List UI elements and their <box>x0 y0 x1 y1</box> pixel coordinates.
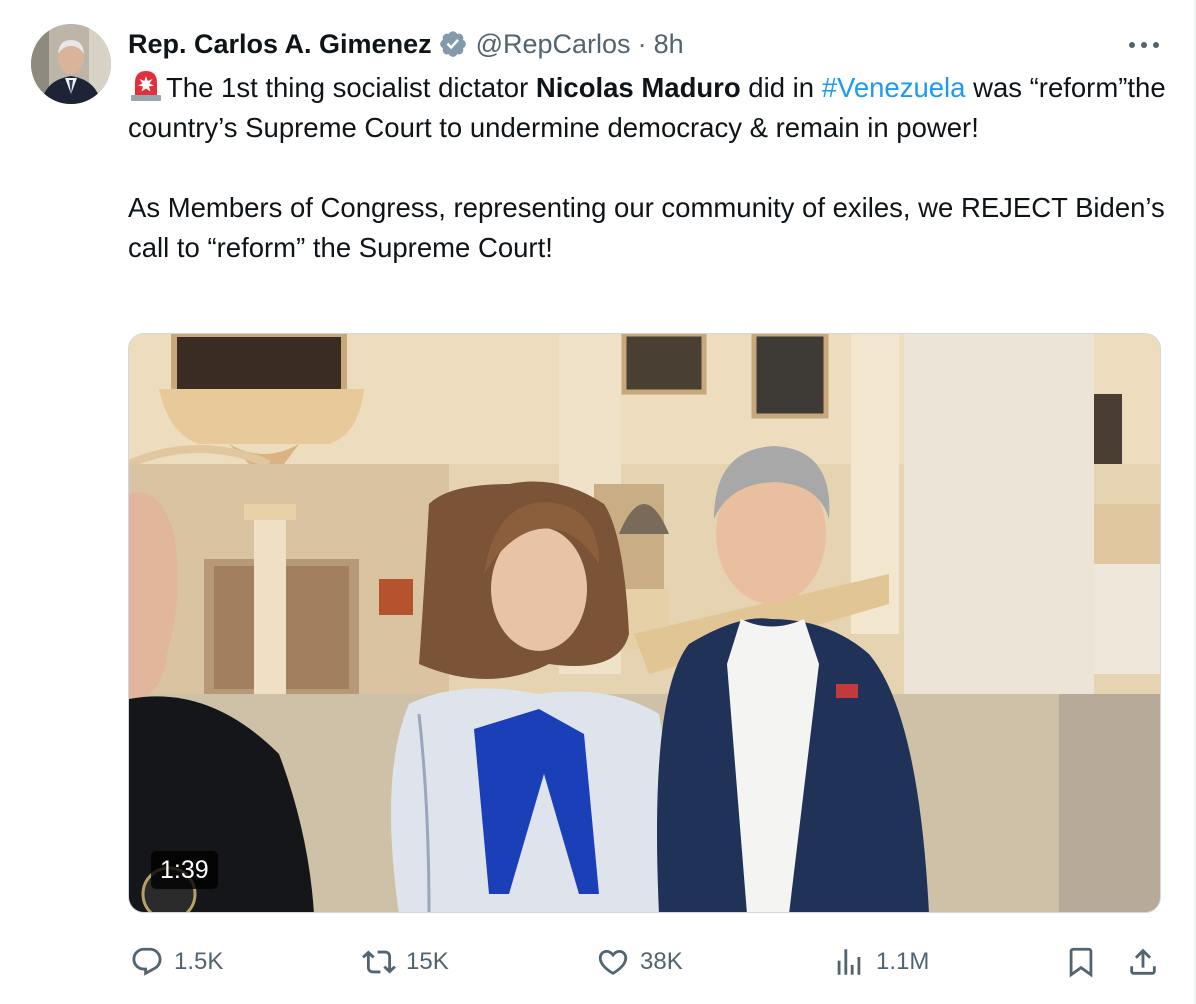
video-thumbnail <box>129 334 1160 912</box>
rotating-light-emoji-icon <box>128 68 164 102</box>
heart-icon <box>598 949 628 975</box>
bold-name: Nicolas Maduro <box>535 72 741 103</box>
share-icon <box>1130 948 1156 975</box>
verified-badge-icon[interactable] <box>438 29 468 59</box>
bookmark-button[interactable] <box>1064 940 1108 984</box>
views-button[interactable]: 1.1M <box>832 940 929 984</box>
repost-button[interactable]: 15K <box>362 940 449 984</box>
video-duration: 1:39 <box>151 851 218 889</box>
text-segment: did in <box>740 72 822 103</box>
tweet-paragraph-2: As Members of Congress, representing our… <box>128 192 1165 263</box>
timestamp[interactable]: 8h <box>654 29 684 60</box>
reply-icon <box>132 947 162 976</box>
separator-dot: · <box>637 28 647 59</box>
hashtag-link[interactable]: #Venezuela <box>822 72 966 103</box>
tweet-actions: 1.5K 15K 38K 1.1M <box>0 940 1196 984</box>
views-count: 1.1M <box>876 948 930 975</box>
reply-count: 1.5K <box>174 948 224 975</box>
avatar[interactable] <box>31 24 111 104</box>
text-segment: The 1st thing socialist dictator <box>166 72 536 103</box>
reply-button[interactable]: 1.5K <box>130 940 223 984</box>
tweet-text: The 1st thing socialist dictator Nicolas… <box>128 68 1168 268</box>
like-button[interactable]: 38K <box>596 940 683 984</box>
tweet-paragraph-1: The 1st thing socialist dictator Nicolas… <box>128 68 1168 148</box>
author-name[interactable]: Rep. Carlos A. Gimenez <box>128 29 432 60</box>
repost-icon <box>362 950 396 974</box>
views-chart-icon <box>837 949 861 975</box>
like-count: 38K <box>640 948 683 975</box>
repost-count: 15K <box>406 948 449 975</box>
more-dots-icon[interactable] <box>1124 30 1164 60</box>
bookmark-icon <box>1069 947 1093 978</box>
tweet-header: Rep. Carlos A. Gimenez @RepCarlos · 8h <box>128 24 684 64</box>
share-button[interactable] <box>1126 940 1170 984</box>
author-handle[interactable]: @RepCarlos <box>476 29 631 60</box>
video-player[interactable]: 1:39 <box>128 333 1161 913</box>
